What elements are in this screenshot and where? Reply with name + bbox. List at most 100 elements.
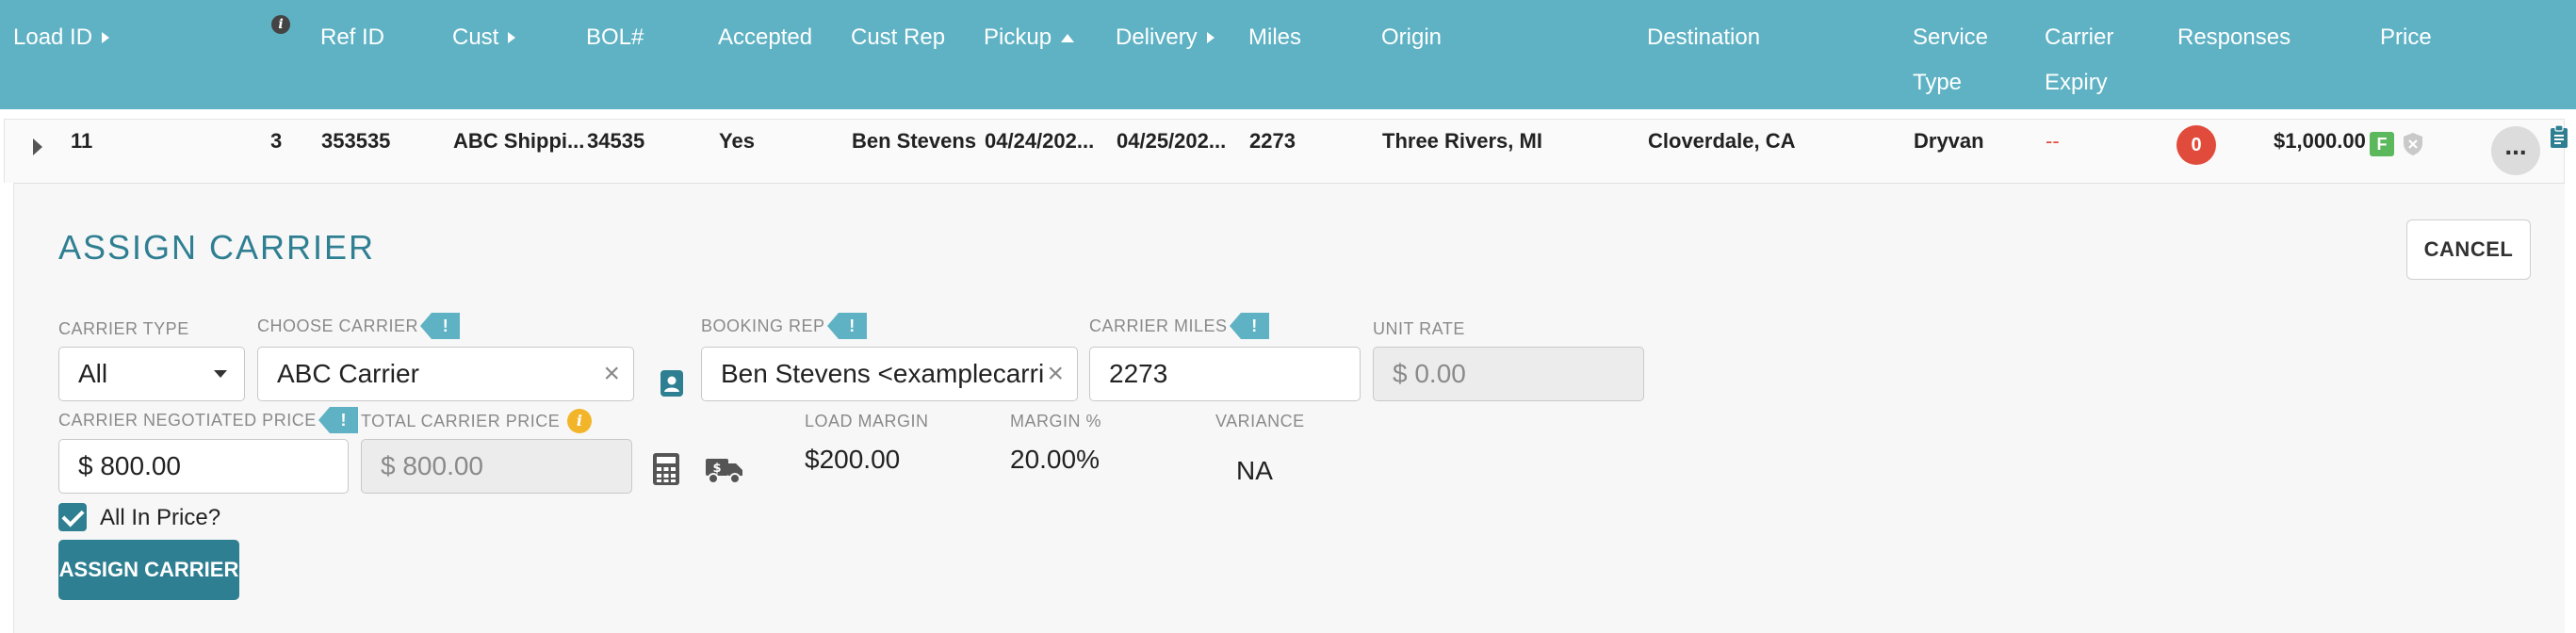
column-label: Price bbox=[2380, 24, 2432, 50]
column-label: Delivery bbox=[1116, 24, 1198, 50]
clipboard-icon[interactable] bbox=[2550, 124, 2568, 149]
field-value: 2273 bbox=[1109, 359, 1168, 388]
cell-miles: 2273 bbox=[1249, 129, 1296, 153]
field-value: $ 800.00 bbox=[381, 451, 483, 480]
cell-cust-rep: Ben Stevens bbox=[852, 129, 977, 153]
column-accepted[interactable]: Accepted bbox=[718, 15, 812, 60]
column-bol[interactable]: BOL# bbox=[586, 15, 644, 60]
cell-info-count: 3 bbox=[270, 129, 283, 153]
load-margin-value: $200.00 bbox=[805, 445, 901, 474]
field-value: ABC Carrier bbox=[277, 359, 419, 388]
negotiated-price-label: CARRIER NEGOTIATED PRICE ! bbox=[58, 407, 358, 433]
cell-delivery: 04/25/202... bbox=[1117, 129, 1227, 153]
cell-ref-id: 353535 bbox=[321, 129, 391, 153]
cell-destination: Cloverdale, CA bbox=[1648, 129, 1796, 153]
label-text: CHOOSE CARRIER bbox=[257, 316, 419, 335]
choose-carrier-field[interactable]: ABC Carrier × bbox=[257, 347, 634, 401]
more-actions-button[interactable]: ... bbox=[2491, 126, 2540, 175]
select-value: All bbox=[78, 359, 108, 388]
cell-cust: ABC Shippi... bbox=[453, 129, 585, 153]
info-icon[interactable]: i bbox=[567, 409, 593, 433]
label-text: CARRIER MILES bbox=[1089, 316, 1228, 335]
column-service-type[interactable]: Service Type bbox=[1913, 15, 2016, 106]
truck-dollar-icon[interactable]: $ bbox=[705, 456, 744, 484]
total-price-label: TOTAL CARRIER PRICE i bbox=[361, 409, 593, 433]
cell-service-type: Dryvan bbox=[1914, 129, 1984, 153]
booking-rep-field[interactable]: Ben Stevens <examplecarri... × bbox=[701, 347, 1078, 401]
alert-flag-icon[interactable]: ! bbox=[420, 313, 461, 339]
column-label: Ref ID bbox=[320, 24, 385, 50]
variance-label: VARIANCE bbox=[1215, 411, 1305, 431]
carrier-miles-input[interactable]: 2273 bbox=[1089, 347, 1361, 401]
field-value: Ben Stevens <examplecarri... bbox=[721, 359, 1067, 388]
negotiated-price-input[interactable]: $ 800.00 bbox=[58, 439, 349, 494]
column-load-id[interactable]: Load ID bbox=[13, 15, 110, 60]
label-text: CARRIER TYPE bbox=[58, 319, 189, 338]
carrier-miles-label: CARRIER MILES ! bbox=[1089, 313, 1269, 339]
column-destination[interactable]: Destination bbox=[1647, 15, 1760, 60]
margin-pct-label: MARGIN % bbox=[1010, 411, 1101, 431]
load-margin-label: LOAD MARGIN bbox=[805, 411, 929, 431]
svg-text:$: $ bbox=[712, 462, 721, 476]
column-carrier-expiry[interactable]: Carrier Expiry bbox=[2045, 15, 2148, 106]
sort-right-icon bbox=[102, 32, 110, 43]
responses-badge[interactable]: 0 bbox=[2177, 125, 2216, 165]
cell-pickup: 04/24/202... bbox=[985, 129, 1095, 153]
label-text: UNIT RATE bbox=[1373, 319, 1465, 338]
table-header: Load ID i Ref ID Cust BOL# Accepted Cust… bbox=[0, 0, 2576, 109]
assign-carrier-button[interactable]: ASSIGN CARRIER bbox=[58, 540, 239, 600]
label-text: LOAD MARGIN bbox=[805, 412, 929, 430]
unit-rate-label: UNIT RATE bbox=[1373, 318, 1465, 339]
cell-accepted: Yes bbox=[719, 129, 755, 153]
alert-flag-icon[interactable]: ! bbox=[826, 313, 867, 339]
calculator-icon[interactable] bbox=[652, 452, 680, 486]
sort-up-icon bbox=[1061, 33, 1075, 42]
info-icon: i bbox=[271, 15, 290, 34]
column-label: BOL# bbox=[586, 24, 644, 50]
cell-load-id: 11 bbox=[71, 129, 93, 153]
assign-carrier-panel bbox=[13, 183, 2565, 633]
alert-flag-icon[interactable]: ! bbox=[1229, 313, 1269, 339]
cancel-button[interactable]: CANCEL bbox=[2406, 219, 2531, 280]
total-price-input: $ 800.00 bbox=[361, 439, 632, 494]
booking-rep-label: BOOKING REP ! bbox=[701, 313, 867, 339]
price-type-badge: F bbox=[2370, 132, 2394, 156]
column-delivery[interactable]: Delivery bbox=[1116, 15, 1215, 60]
column-label: Pickup bbox=[984, 24, 1052, 50]
column-label: Origin bbox=[1381, 24, 1443, 50]
column-label: Cust bbox=[452, 24, 499, 50]
column-label: Miles bbox=[1248, 24, 1302, 50]
contact-card-icon[interactable] bbox=[660, 369, 684, 398]
label-text: CARRIER NEGOTIATED PRICE bbox=[58, 411, 317, 430]
carrier-type-select[interactable]: All bbox=[58, 347, 245, 401]
column-responses[interactable]: Responses bbox=[2177, 15, 2291, 60]
column-price[interactable]: Price bbox=[2380, 15, 2432, 60]
unit-rate-input: $ 0.00 bbox=[1373, 347, 1644, 401]
label-text: TOTAL CARRIER PRICE bbox=[361, 412, 561, 430]
column-info[interactable]: i bbox=[271, 15, 290, 34]
column-cust-rep[interactable]: Cust Rep bbox=[851, 15, 945, 60]
label-text: BOOKING REP bbox=[701, 316, 825, 335]
column-cust[interactable]: Cust bbox=[452, 15, 516, 60]
expand-row-icon[interactable] bbox=[33, 138, 42, 155]
column-label: Responses bbox=[2177, 24, 2291, 50]
clear-icon[interactable]: × bbox=[603, 348, 620, 400]
label-text: VARIANCE bbox=[1215, 412, 1305, 430]
all-in-price-label: All In Price? bbox=[100, 505, 221, 530]
sort-right-icon bbox=[508, 32, 516, 43]
cell-bol: 34535 bbox=[587, 129, 645, 153]
label-text: MARGIN % bbox=[1010, 412, 1102, 430]
column-label: Accepted bbox=[718, 24, 813, 50]
clear-icon[interactable]: × bbox=[1043, 348, 1064, 400]
column-miles[interactable]: Miles bbox=[1248, 15, 1301, 60]
alert-flag-icon[interactable]: ! bbox=[318, 407, 358, 433]
column-pickup[interactable]: Pickup bbox=[984, 15, 1075, 60]
column-label: Cust Rep bbox=[851, 24, 946, 50]
column-ref-id[interactable]: Ref ID bbox=[320, 15, 384, 60]
all-in-price-checkbox[interactable] bbox=[58, 503, 87, 531]
margin-pct-value: 20.00% bbox=[1010, 445, 1100, 474]
chevron-down-icon bbox=[214, 370, 227, 378]
panel-title: ASSIGN CARRIER bbox=[58, 228, 376, 267]
cell-origin: Three Rivers, MI bbox=[1382, 129, 1542, 153]
column-origin[interactable]: Origin bbox=[1381, 15, 1442, 60]
